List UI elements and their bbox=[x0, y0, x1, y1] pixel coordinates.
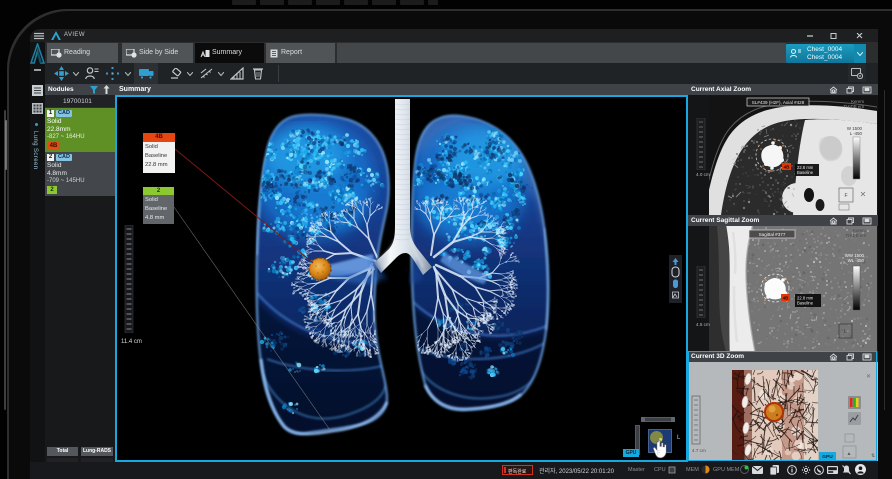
svg-text:Baseline: Baseline bbox=[797, 170, 814, 175]
svg-text:SL#439 (H2F), Axial #428: SL#439 (H2F), Axial #428 bbox=[752, 100, 805, 105]
svg-text:4B: 4B bbox=[784, 165, 791, 170]
